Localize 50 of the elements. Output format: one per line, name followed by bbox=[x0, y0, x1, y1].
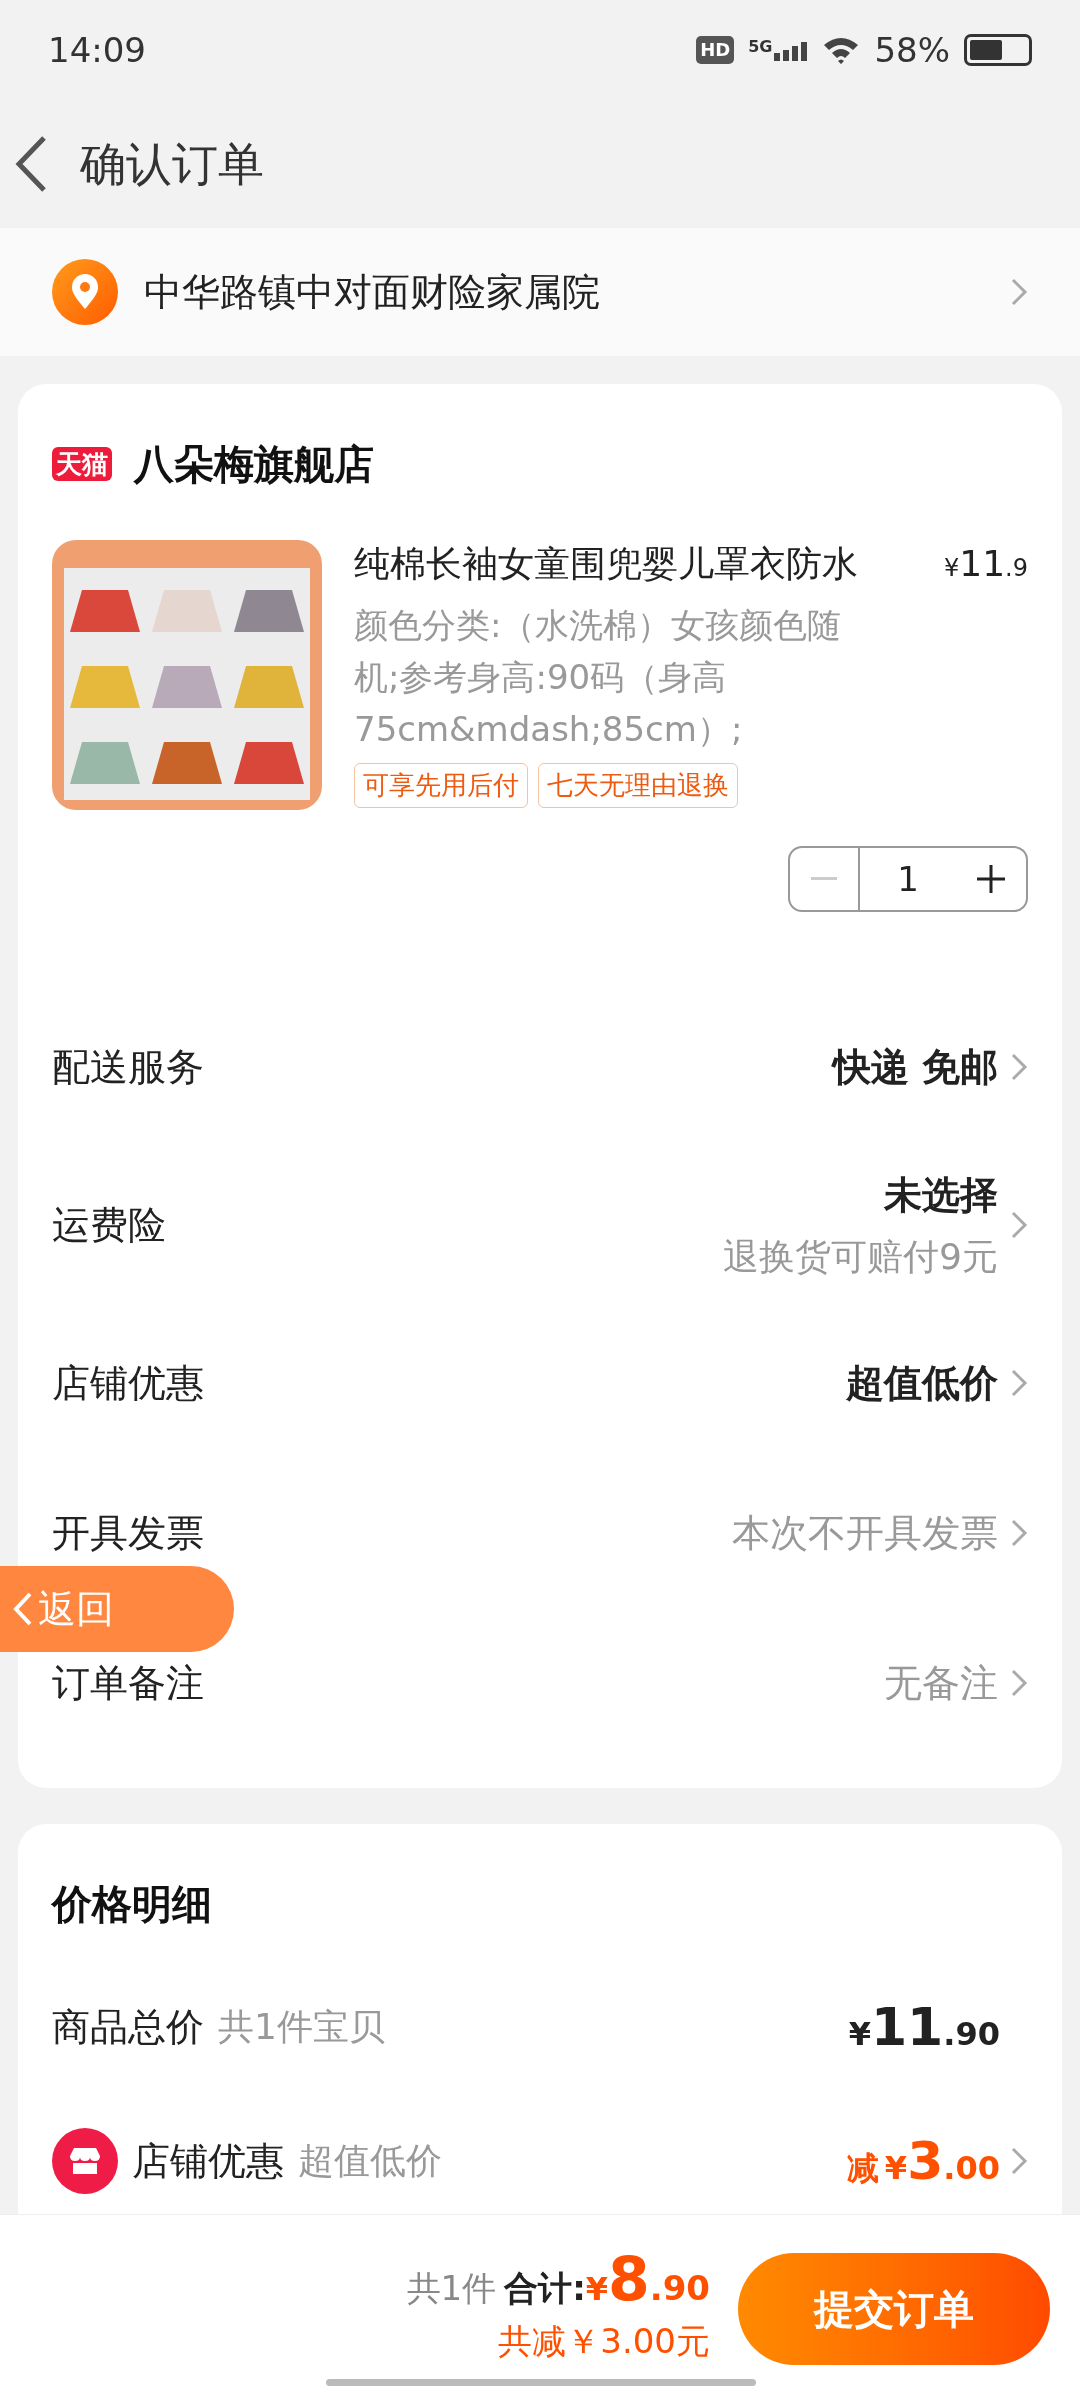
address-text: 中华路镇中对面财险家属院 bbox=[144, 268, 601, 316]
saving-text: 共减￥3.00元 bbox=[498, 2320, 710, 2363]
section-title: 价格明细 bbox=[52, 1880, 213, 1929]
wifi-icon bbox=[822, 35, 861, 65]
product-title: 纯棉长袖女童围兜婴儿罩衣防水 bbox=[354, 542, 858, 586]
quantity-value: 1 bbox=[896, 857, 920, 901]
option-label: 配送服务 bbox=[52, 1043, 204, 1091]
option-value: 快递 免邮 bbox=[832, 1043, 998, 1091]
signal-icon bbox=[774, 39, 809, 61]
option-note: 退换货可赔付9元 bbox=[723, 1234, 998, 1279]
store-badge: 天猫 bbox=[52, 447, 112, 481]
option-value: 未选择 bbox=[884, 1171, 998, 1219]
store-name: 八朵梅旗舰店 bbox=[134, 440, 374, 489]
battery-icon bbox=[964, 34, 1032, 66]
option-value: 超值低价 bbox=[846, 1359, 998, 1407]
order-total: 合计:¥8.90 bbox=[504, 2249, 710, 2314]
option-label: 运费险 bbox=[52, 1201, 166, 1249]
address-bar[interactable]: 中华路镇中对面财险家属院 bbox=[0, 228, 1080, 356]
option-value: 无备注 bbox=[884, 1659, 998, 1707]
chevron-left-icon bbox=[12, 1591, 34, 1627]
chevron-right-icon bbox=[1010, 1210, 1028, 1240]
chevron-right-icon bbox=[1010, 1052, 1028, 1082]
chevron-right-icon bbox=[1010, 1518, 1028, 1548]
option-label: 开具发票 bbox=[52, 1509, 204, 1557]
option-label: 店铺优惠 bbox=[52, 1359, 204, 1407]
price-label: 商品总价 bbox=[52, 2003, 204, 2051]
price-amount: 减 ¥3.00 bbox=[846, 2130, 1000, 2193]
chevron-right-icon bbox=[1010, 2146, 1028, 2176]
option-label: 订单备注 bbox=[52, 1659, 204, 1707]
price-note: 超值低价 bbox=[298, 2139, 442, 2183]
service-tag: 七天无理由退换 bbox=[538, 763, 738, 808]
network-label: 5G bbox=[748, 39, 773, 55]
price-label: 店铺优惠 bbox=[132, 2137, 284, 2185]
price-amount: ¥11.90 bbox=[848, 1996, 1000, 2059]
option-value: 本次不开具发票 bbox=[732, 1509, 998, 1557]
minus-icon bbox=[811, 877, 837, 881]
battery-percent: 58% bbox=[874, 28, 950, 72]
page-title: 确认订单 bbox=[80, 135, 264, 193]
plus-icon bbox=[977, 865, 1005, 893]
status-time: 14:09 bbox=[48, 28, 146, 72]
product-spec: 颜色分类:（水洗棉）女孩颜色随机;参考身高:90码（身高75cm&mdash;85cm）; bbox=[354, 604, 843, 751]
chevron-right-icon bbox=[1010, 1668, 1028, 1698]
quantity-stepper[interactable]: 1 bbox=[788, 846, 1028, 912]
price-note: 共1件宝贝 bbox=[218, 2005, 385, 2049]
chevron-right-icon bbox=[1010, 1368, 1028, 1398]
chevron-right-icon bbox=[1010, 277, 1028, 307]
service-tag: 可享先用后付 bbox=[354, 763, 528, 808]
hd-badge: HD bbox=[696, 36, 735, 64]
product-price: ¥11.9 bbox=[944, 542, 1028, 586]
item-count: 共1件 bbox=[406, 2267, 497, 2310]
